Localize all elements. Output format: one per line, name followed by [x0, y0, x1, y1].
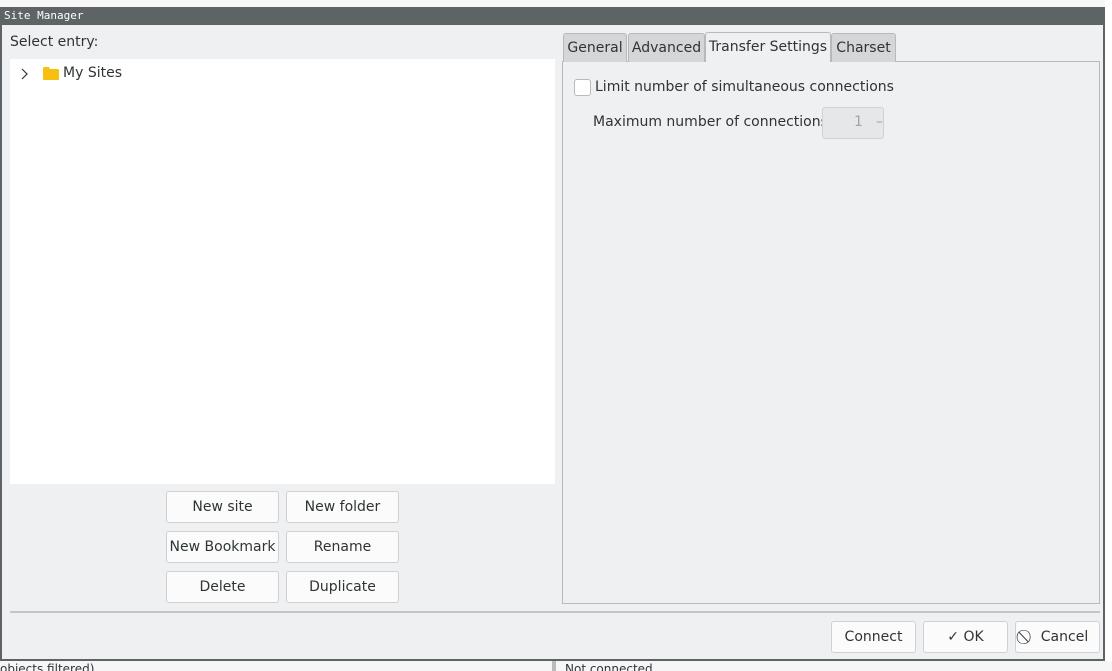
- tab-panel: [562, 61, 1100, 604]
- limit-connections-checkbox[interactable]: [574, 79, 591, 96]
- limit-connections-label: Limit number of simultaneous connections: [595, 79, 894, 95]
- background-app: [1105, 0, 1112, 671]
- chevron-right-icon[interactable]: [21, 68, 29, 80]
- new-bookmark-button[interactable]: New Bookmark: [166, 531, 279, 563]
- tab-transfer-settings[interactable]: Transfer Settings: [705, 32, 831, 62]
- delete-button[interactable]: Delete: [166, 571, 279, 603]
- max-connections-label: Maximum number of connections:: [593, 114, 833, 130]
- status-left: objects filtered): [0, 662, 95, 671]
- tab-charset[interactable]: Charset: [831, 33, 896, 62]
- status-right: Not connected: [565, 662, 653, 671]
- check-icon: ✓: [947, 629, 960, 645]
- site-tree[interactable]: My Sites: [10, 59, 555, 484]
- tree-item-my-sites[interactable]: My Sites: [18, 65, 138, 83]
- tree-item-label: My Sites: [63, 65, 122, 81]
- ok-button[interactable]: ✓ OK: [923, 621, 1008, 653]
- max-connections-spinbox[interactable]: 1 –: [822, 107, 884, 139]
- duplicate-button[interactable]: Duplicate: [286, 571, 399, 603]
- ok-label: OK: [963, 629, 984, 645]
- folder-icon: [43, 67, 59, 80]
- connect-button[interactable]: Connect: [831, 621, 916, 653]
- cancel-button[interactable]: ⃠Cancel: [1015, 621, 1100, 653]
- new-site-button[interactable]: New site: [166, 491, 279, 523]
- minus-icon[interactable]: –: [876, 114, 883, 130]
- max-connections-value: 1: [854, 114, 863, 130]
- rename-button[interactable]: Rename: [286, 531, 399, 563]
- separator: [10, 611, 1100, 613]
- tab-advanced[interactable]: Advanced: [628, 33, 705, 62]
- title-bar: Site Manager: [0, 7, 1105, 25]
- background-status-bar: objects filtered) Not connected: [0, 661, 1112, 671]
- tab-general[interactable]: General: [563, 33, 627, 62]
- select-entry-label: Select entry:: [10, 34, 99, 50]
- new-folder-button[interactable]: New folder: [286, 491, 399, 523]
- cancel-label: Cancel: [1040, 629, 1089, 645]
- splitter: [552, 661, 556, 671]
